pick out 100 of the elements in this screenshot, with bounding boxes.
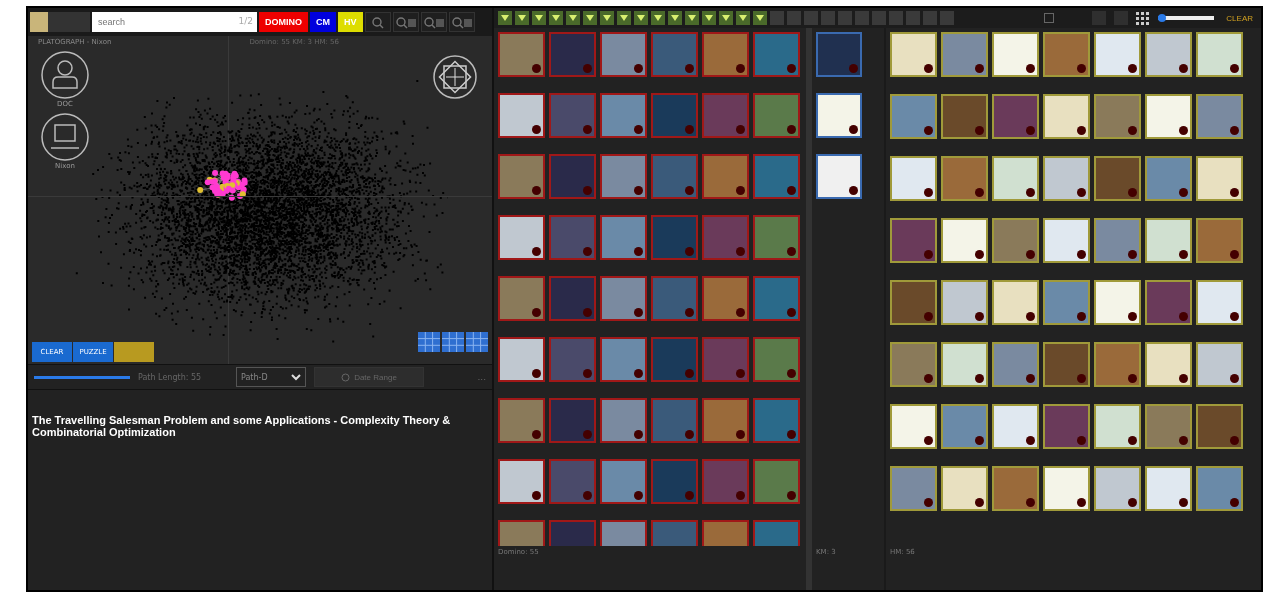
mode-button[interactable]: DOMINO [259, 12, 308, 32]
video-thumbnail[interactable] [1196, 404, 1243, 449]
path-slot-icon[interactable] [515, 11, 529, 25]
path-select[interactable]: Path-D [236, 367, 306, 387]
video-thumbnail[interactable] [890, 342, 937, 387]
video-thumbnail[interactable] [702, 337, 749, 382]
video-thumbnail[interactable] [549, 154, 596, 199]
video-thumbnail[interactable] [498, 215, 545, 260]
video-thumbnail[interactable] [600, 154, 647, 199]
video-thumbnail[interactable] [816, 32, 862, 77]
video-thumbnail[interactable] [600, 215, 647, 260]
video-thumbnail[interactable] [549, 398, 596, 443]
video-thumbnail[interactable] [702, 154, 749, 199]
video-thumbnail[interactable] [753, 337, 800, 382]
search-button[interactable] [420, 12, 447, 32]
video-thumbnail[interactable] [600, 93, 647, 138]
video-thumbnail[interactable] [753, 459, 800, 504]
video-thumbnail[interactable] [941, 342, 988, 387]
video-thumbnail[interactable] [498, 154, 545, 199]
video-thumbnail[interactable] [651, 32, 698, 77]
grid-icon[interactable] [1136, 11, 1151, 25]
video-thumbnail[interactable] [1094, 32, 1141, 77]
video-thumbnail[interactable] [890, 94, 937, 139]
video-thumbnail[interactable] [890, 280, 937, 325]
video-thumbnail[interactable] [651, 276, 698, 321]
path-slot-icon[interactable] [600, 11, 614, 25]
video-thumbnail[interactable] [941, 94, 988, 139]
video-thumbnail[interactable] [941, 32, 988, 77]
path-slot-icon[interactable] [651, 11, 665, 25]
video-thumbnail[interactable] [992, 218, 1039, 263]
video-thumbnail[interactable] [941, 466, 988, 511]
video-thumbnail[interactable] [1196, 342, 1243, 387]
checkbox[interactable] [1044, 13, 1055, 23]
video-thumbnail[interactable] [1145, 32, 1192, 77]
video-thumbnail[interactable] [992, 466, 1039, 511]
path-slot-icon[interactable] [583, 11, 597, 25]
path-slot-icon[interactable] [617, 11, 631, 25]
path-slot-icon[interactable] [753, 11, 767, 25]
video-thumbnail[interactable] [651, 398, 698, 443]
video-thumbnail[interactable] [498, 337, 545, 382]
video-thumbnail[interactable] [1145, 156, 1192, 201]
video-thumbnail[interactable] [890, 156, 937, 201]
video-thumbnail[interactable] [1094, 404, 1141, 449]
person-icon[interactable] [40, 50, 90, 100]
video-thumbnail[interactable] [1145, 466, 1192, 511]
path-slot-icon[interactable] [702, 11, 716, 25]
video-thumbnail[interactable] [651, 93, 698, 138]
video-thumbnail[interactable] [992, 156, 1039, 201]
video-thumbnail[interactable] [498, 398, 545, 443]
video-thumbnail[interactable] [549, 32, 596, 77]
video-thumbnail[interactable] [702, 276, 749, 321]
path-slot-icon[interactable] [685, 11, 699, 25]
video-thumbnail[interactable] [753, 215, 800, 260]
path-slot-icon[interactable] [549, 11, 563, 25]
video-thumbnail[interactable] [702, 398, 749, 443]
video-thumbnail[interactable] [1196, 280, 1243, 325]
video-thumbnail[interactable] [890, 32, 937, 77]
video-thumbnail[interactable] [600, 398, 647, 443]
video-thumbnail[interactable] [651, 215, 698, 260]
search-button[interactable] [392, 12, 419, 32]
video-thumbnail[interactable] [992, 32, 1039, 77]
video-thumbnail[interactable] [992, 280, 1039, 325]
video-thumbnail[interactable] [1145, 94, 1192, 139]
video-thumbnail[interactable] [549, 276, 596, 321]
video-thumbnail[interactable] [1043, 156, 1090, 201]
video-thumbnail[interactable] [498, 93, 545, 138]
video-thumbnail[interactable] [753, 276, 800, 321]
clear-button[interactable]: CLEAR [1222, 13, 1257, 23]
video-thumbnail[interactable] [941, 280, 988, 325]
video-thumbnail[interactable] [753, 398, 800, 443]
video-thumbnail[interactable] [651, 459, 698, 504]
video-thumbnail[interactable] [1196, 32, 1243, 77]
video-thumbnail[interactable] [941, 218, 988, 263]
search-button[interactable] [364, 12, 391, 32]
video-thumbnail[interactable] [1043, 466, 1090, 511]
video-thumbnail[interactable] [600, 459, 647, 504]
video-thumbnail[interactable] [651, 337, 698, 382]
search-button[interactable] [448, 12, 475, 32]
video-thumbnail[interactable] [651, 154, 698, 199]
size-slider[interactable] [1158, 16, 1215, 20]
video-thumbnail[interactable] [753, 154, 800, 199]
computer-icon[interactable] [40, 112, 90, 162]
video-thumbnail[interactable] [1043, 404, 1090, 449]
video-thumbnail[interactable] [992, 342, 1039, 387]
path-slot-icon[interactable] [532, 11, 546, 25]
video-thumbnail[interactable] [1094, 280, 1141, 325]
path-slot-icon[interactable] [736, 11, 750, 25]
video-thumbnail[interactable] [1094, 466, 1141, 511]
mode-button[interactable]: CM [310, 12, 336, 32]
video-thumbnail[interactable] [600, 276, 647, 321]
video-thumbnail[interactable] [498, 32, 545, 77]
video-thumbnail[interactable] [1196, 94, 1243, 139]
path-slot-icon[interactable] [498, 11, 512, 25]
video-thumbnail[interactable] [702, 32, 749, 77]
video-thumbnail[interactable] [1145, 404, 1192, 449]
video-thumbnail[interactable] [1043, 32, 1090, 77]
video-thumbnail[interactable] [1094, 156, 1141, 201]
path-slot-icon[interactable] [634, 11, 648, 25]
video-thumbnail[interactable] [549, 337, 596, 382]
path-slot-icon[interactable] [566, 11, 580, 25]
